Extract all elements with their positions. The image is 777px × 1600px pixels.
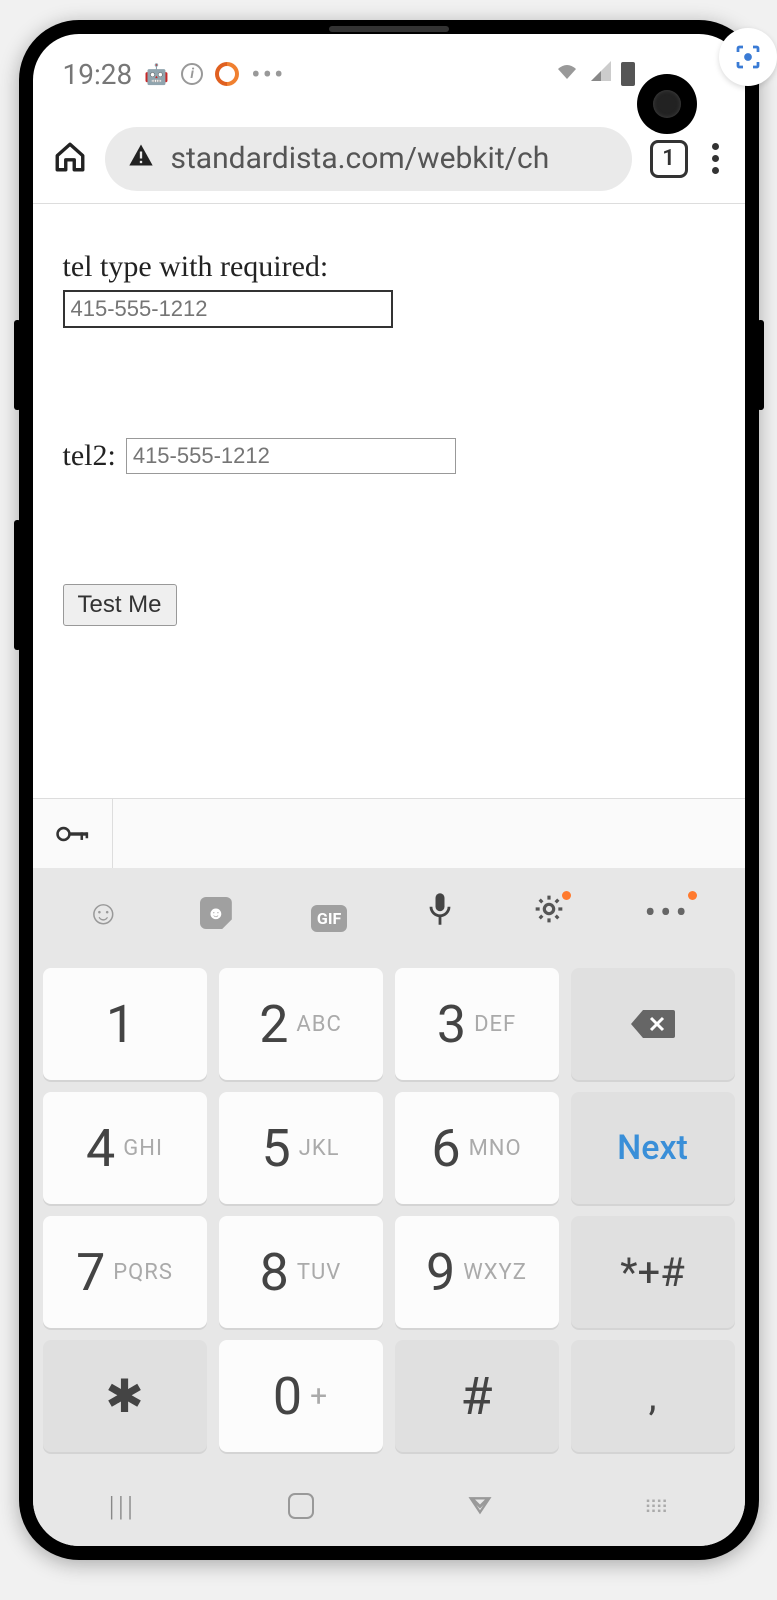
numeric-keypad: 1 2ABC 3DEF 4GHI 5JKL 6MNO Next 7PQRS 8T… [33,958,745,1466]
tel2-label: tel2: [63,439,116,473]
phone-frame: 19:28 🤖 i ••• [19,20,759,1560]
nav-bar: ||| ▪▪▪▪▪▪▪▪▪▪▪▪ [33,1466,745,1546]
more-notifications-icon: ••• [251,58,285,91]
info-icon: i [181,63,203,85]
battery-icon [621,62,635,86]
nav-home-icon[interactable] [288,1493,314,1519]
home-icon[interactable] [53,140,87,178]
tel2-input[interactable] [126,438,456,474]
gif-icon[interactable]: GIF [311,893,347,933]
key-next[interactable]: Next [571,1092,735,1204]
mic-icon[interactable] [426,891,454,936]
sticker-icon[interactable]: ☻ [200,897,232,929]
key-0[interactable]: 0+ [219,1340,383,1452]
cell-signal-icon [589,61,611,87]
browser-toolbar: standardista.com/webkit/ch 1 [33,114,745,204]
key-9[interactable]: 9WXYZ [395,1216,559,1328]
page-content: tel type with required: tel2: Test Me [33,204,745,798]
key-1[interactable]: 1 [43,968,207,1080]
key-icon[interactable] [33,799,113,868]
key-star[interactable]: ✱ [43,1340,207,1452]
key-comma[interactable]: , [571,1340,735,1452]
keyboard-toolbar: ☺ ☻ GIF ••• [33,868,745,958]
nav-recents-icon[interactable]: ||| [109,1490,137,1523]
key-5[interactable]: 5JKL [219,1092,383,1204]
key-2[interactable]: 2ABC [219,968,383,1080]
url-text: standardista.com/webkit/ch [171,141,550,176]
key-8[interactable]: 8TUV [219,1216,383,1328]
wifi-icon [555,61,579,87]
url-bar[interactable]: standardista.com/webkit/ch [105,127,632,191]
password-bar [33,798,745,868]
key-7[interactable]: 7PQRS [43,1216,207,1328]
gear-icon[interactable] [533,893,565,934]
nav-keyboard-icon[interactable]: ▪▪▪▪▪▪▪▪▪▪▪▪ [646,1499,668,1514]
scan-widget-icon[interactable] [719,28,777,86]
more-horiz-icon[interactable]: ••• [645,893,691,933]
browser-menu-icon[interactable] [706,143,725,174]
key-4[interactable]: 4GHI [43,1092,207,1204]
speaker-grille [329,26,449,32]
key-hash[interactable]: # [395,1340,559,1452]
tel1-input[interactable] [63,290,393,328]
key-3[interactable]: 3DEF [395,968,559,1080]
camera-hole [637,74,697,134]
tel1-label: tel type with required: [63,250,715,284]
key-6[interactable]: 6MNO [395,1092,559,1204]
warning-triangle-icon [127,141,155,177]
test-me-button[interactable]: Test Me [63,584,177,626]
key-symbols[interactable]: *+# [571,1216,735,1328]
emoji-icon[interactable]: ☺ [86,893,121,933]
nav-back-icon[interactable] [466,1489,494,1524]
android-icon: 🤖 [144,62,169,86]
swirl-app-icon [215,62,239,86]
key-backspace[interactable] [571,968,735,1080]
status-time: 19:28 [63,58,133,91]
tab-count-badge[interactable]: 1 [650,140,688,178]
